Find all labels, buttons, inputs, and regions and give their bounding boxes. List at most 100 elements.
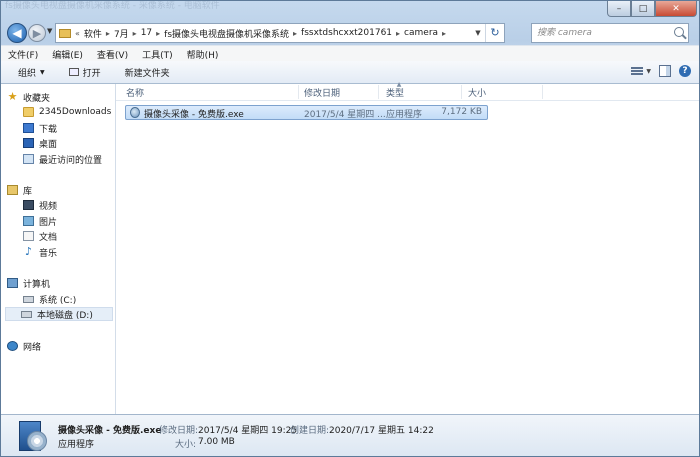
sidebar-label: 视频 [39, 201, 58, 212]
address-bar[interactable]: « 软件 ▸ 7月 ▸ 17 ▸ fs摄像头电视盘摄像机采像系统 ▸ fssxt… [55, 23, 505, 43]
forward-button[interactable]: ▶ [28, 24, 46, 42]
file-size: 7,172 KB [441, 107, 482, 117]
sidebar-label: 计算机 [23, 279, 51, 290]
sidebar-label: 桌面 [39, 139, 58, 150]
breadcrumb-separator-icon[interactable]: ▸ [441, 29, 447, 38]
column-divider[interactable] [542, 85, 543, 99]
menu-edit[interactable]: 编辑(E) [45, 48, 90, 61]
file-date: 2017/5/4 星期四 ... [304, 110, 386, 120]
sidebar-item-computer[interactable]: 计算机 [7, 276, 50, 290]
sidebar-item-videos[interactable]: 视频 [23, 198, 57, 212]
breadcrumb-item[interactable]: fssxtdshcxxt201761 [298, 28, 395, 38]
library-icon [7, 185, 18, 195]
navigation-pane: ★ 收藏夹 2345Downloads 下载 桌面 最近访问的位置 库 视频 图… [1, 84, 116, 414]
recent-pages-dropdown[interactable]: ▼ [47, 27, 52, 35]
breadcrumb-item[interactable]: fs摄像头电视盘摄像机采像系统 [161, 27, 292, 40]
forward-arrow-icon: ▶ [32, 27, 42, 40]
back-button[interactable]: ◀ [7, 23, 27, 43]
maximize-icon: □ [638, 3, 648, 14]
refresh-button[interactable]: ↻ [485, 24, 504, 42]
preview-pane-icon[interactable] [659, 65, 671, 77]
new-folder-label: 新建文件夹 [124, 68, 170, 79]
open-label: 打开 [82, 68, 101, 79]
search-placeholder: 搜索 camera [537, 28, 592, 38]
close-button[interactable]: ✕ [655, 1, 697, 17]
breadcrumb-overflow[interactable]: « [74, 29, 81, 38]
sidebar-item-drive-c[interactable]: 系统 (C:) [23, 292, 76, 306]
organize-button[interactable]: 组织 ▼ [9, 66, 54, 79]
breadcrumb-item[interactable]: 7月 [111, 27, 132, 40]
sidebar-item-recent-places[interactable]: 最近访问的位置 [23, 152, 102, 166]
breadcrumb-item-current[interactable]: camera [401, 28, 441, 38]
favorites-star-icon: ★ [7, 90, 18, 103]
sidebar-label: 系统 (C:) [39, 295, 77, 306]
search-icon[interactable] [674, 27, 684, 37]
sidebar-label: 收藏夹 [23, 93, 51, 104]
downloads-icon [23, 123, 34, 133]
menu-bar: 文件(F) 编辑(E) 查看(V) 工具(T) 帮助(H) [1, 45, 699, 62]
menu-file[interactable]: 文件(F) [1, 48, 45, 61]
chevron-down-icon: ▼ [40, 68, 45, 76]
sidebar-item-desktop[interactable]: 桌面 [23, 136, 57, 150]
folder-icon [23, 107, 34, 117]
details-modified-value: 2017/5/4 星期四 19:25 [198, 426, 298, 436]
network-icon [7, 341, 18, 351]
address-dropdown-icon[interactable]: ▼ [472, 24, 484, 42]
menu-help[interactable]: 帮助(H) [180, 48, 226, 61]
new-folder-button[interactable]: 新建文件夹 [116, 66, 179, 79]
menu-view[interactable]: 查看(V) [90, 48, 135, 61]
sidebar-label: 文档 [39, 232, 58, 243]
recent-places-icon [23, 154, 34, 164]
drive-icon [21, 310, 32, 318]
details-pane: 摄像头采像 - 免费版.exe 应用程序 修改日期: 2017/5/4 星期四 … [1, 414, 699, 456]
sidebar-item-downloads[interactable]: 下载 [23, 121, 57, 135]
help-icon[interactable]: ? [679, 65, 691, 77]
sidebar-item-pictures[interactable]: 图片 [23, 214, 57, 228]
navigation-row: ◀ ▶ ▼ « 软件 ▸ 7月 ▸ 17 ▸ fs摄像头电视盘摄像机采像系统 ▸… [1, 21, 699, 45]
view-options-dropdown-icon[interactable]: ▼ [646, 68, 651, 75]
desktop-icon [23, 138, 34, 148]
file-name: 摄像头采像 - 免费版.exe [144, 110, 244, 120]
column-header-size[interactable]: 大小 [468, 86, 486, 99]
details-created-value: 2020/7/17 星期五 14:22 [329, 426, 434, 436]
change-view-icon[interactable] [631, 67, 644, 75]
organize-label: 组织 [18, 68, 37, 79]
search-input[interactable]: 搜索 camera [531, 23, 689, 43]
table-row[interactable]: 摄像头采像 - 免费版.exe 2017/5/4 星期四 ... 应用程序 7,… [125, 105, 488, 120]
menu-tools[interactable]: 工具(T) [135, 48, 180, 61]
folder-icon [59, 28, 71, 38]
sidebar-item-2345downloads[interactable]: 2345Downloads [23, 105, 111, 119]
column-header-type[interactable]: 类型 [386, 86, 404, 99]
sidebar-label: 图片 [39, 217, 58, 228]
file-type: 应用程序 [386, 110, 423, 120]
application-icon [130, 107, 140, 118]
column-divider[interactable] [298, 85, 299, 99]
sidebar-item-favorites[interactable]: ★ 收藏夹 [7, 90, 50, 104]
sidebar-item-documents[interactable]: 文档 [23, 229, 57, 243]
sidebar-item-music[interactable]: ♪ 音乐 [23, 245, 57, 259]
maximize-button[interactable]: □ [631, 1, 655, 17]
sidebar-label: 最近访问的位置 [39, 155, 103, 166]
window-controls: – □ ✕ [607, 1, 697, 17]
details-modified-label: 修改日期: [159, 426, 199, 436]
sidebar-item-libraries[interactable]: 库 [7, 183, 32, 197]
sidebar-label: 库 [23, 186, 33, 197]
sidebar-item-network[interactable]: 网络 [7, 339, 41, 353]
column-headers: ▲ 名称 修改日期 类型 大小 [116, 81, 699, 101]
open-button[interactable]: 打开 [60, 66, 110, 79]
minimize-icon: – [616, 3, 622, 14]
column-header-date[interactable]: 修改日期 [304, 86, 340, 99]
details-file-name: 摄像头采像 - 免费版.exe [58, 426, 162, 436]
details-size-label: 大小: [175, 440, 197, 450]
minimize-button[interactable]: – [607, 1, 631, 17]
video-icon [23, 200, 34, 210]
sidebar-label: 音乐 [39, 248, 58, 259]
column-divider[interactable] [461, 85, 462, 99]
sidebar-label: 本地磁盘 (D:) [37, 310, 93, 321]
column-divider[interactable] [378, 85, 379, 99]
installer-disc-graphic [27, 431, 47, 451]
breadcrumb-item[interactable]: 17 [138, 28, 155, 38]
sidebar-item-drive-d[interactable]: 本地磁盘 (D:) [5, 307, 113, 321]
column-header-name[interactable]: 名称 [126, 86, 144, 99]
breadcrumb-item[interactable]: 软件 [81, 27, 105, 40]
